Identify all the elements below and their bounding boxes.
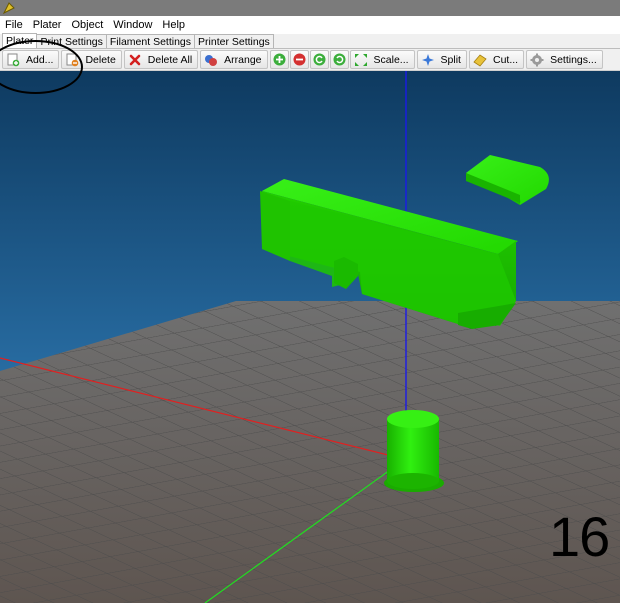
decrease-copies-button[interactable] bbox=[289, 50, 309, 69]
tab-print-settings[interactable]: Print Settings bbox=[36, 34, 107, 48]
bed-grid bbox=[0, 301, 620, 603]
add-file-icon bbox=[7, 53, 20, 66]
3d-scene[interactable] bbox=[0, 71, 620, 603]
model-cylinder[interactable] bbox=[384, 410, 444, 492]
scale-icon bbox=[354, 53, 367, 66]
menu-plater[interactable]: Plater bbox=[28, 16, 67, 34]
settings-button-label: Settings... bbox=[550, 53, 597, 66]
tab-filament-settings[interactable]: Filament Settings bbox=[105, 34, 196, 48]
minus-icon bbox=[293, 53, 306, 66]
red-x-icon bbox=[129, 54, 141, 65]
menu-bar: File Plater Object Window Help bbox=[0, 16, 620, 34]
tab-bar: Plater Print Settings Filament Settings … bbox=[0, 33, 620, 49]
add-button-label: Add... bbox=[26, 53, 54, 66]
rotate-right-button[interactable] bbox=[329, 50, 349, 69]
annotation-number: 16 bbox=[549, 505, 610, 568]
delete-file-icon bbox=[66, 53, 79, 66]
3d-viewport[interactable]: 16 bbox=[0, 71, 620, 603]
tab-plater[interactable]: Plater bbox=[2, 33, 38, 48]
scale-button-label: Scale... bbox=[373, 53, 409, 66]
split-button[interactable]: Split bbox=[416, 50, 467, 69]
menu-window[interactable]: Window bbox=[108, 16, 157, 34]
increase-copies-button[interactable] bbox=[269, 50, 289, 69]
gear-icon bbox=[530, 53, 544, 66]
delete-button[interactable]: Delete bbox=[61, 50, 122, 69]
split-button-label: Split bbox=[440, 53, 461, 66]
toolbar: Add... Delete Delete All Arrange Scale..… bbox=[0, 49, 620, 71]
rotate-left-button[interactable] bbox=[309, 50, 329, 69]
split-icon bbox=[421, 53, 434, 66]
cut-button[interactable]: Cut... bbox=[468, 50, 525, 69]
menu-object[interactable]: Object bbox=[66, 16, 108, 34]
delete-button-label: Delete bbox=[85, 53, 116, 66]
rotate-right-icon bbox=[333, 53, 346, 66]
menu-help[interactable]: Help bbox=[157, 16, 190, 34]
menu-file[interactable]: File bbox=[0, 16, 28, 34]
arrange-icon bbox=[205, 54, 218, 66]
delete-all-button[interactable]: Delete All bbox=[123, 50, 199, 69]
app-icon bbox=[3, 2, 15, 14]
arrange-button-label: Arrange bbox=[224, 53, 262, 66]
cut-icon bbox=[473, 53, 487, 67]
plus-icon bbox=[273, 53, 286, 66]
rotate-left-icon bbox=[313, 53, 326, 66]
cut-button-label: Cut... bbox=[492, 53, 519, 66]
add-button[interactable]: Add... bbox=[2, 50, 60, 69]
delete-all-button-label: Delete All bbox=[147, 53, 193, 66]
scale-button[interactable]: Scale... bbox=[349, 50, 415, 69]
settings-button[interactable]: Settings... bbox=[526, 50, 603, 69]
arrange-button[interactable]: Arrange bbox=[200, 50, 268, 69]
tab-printer-settings[interactable]: Printer Settings bbox=[194, 34, 274, 48]
title-bar bbox=[0, 0, 620, 16]
